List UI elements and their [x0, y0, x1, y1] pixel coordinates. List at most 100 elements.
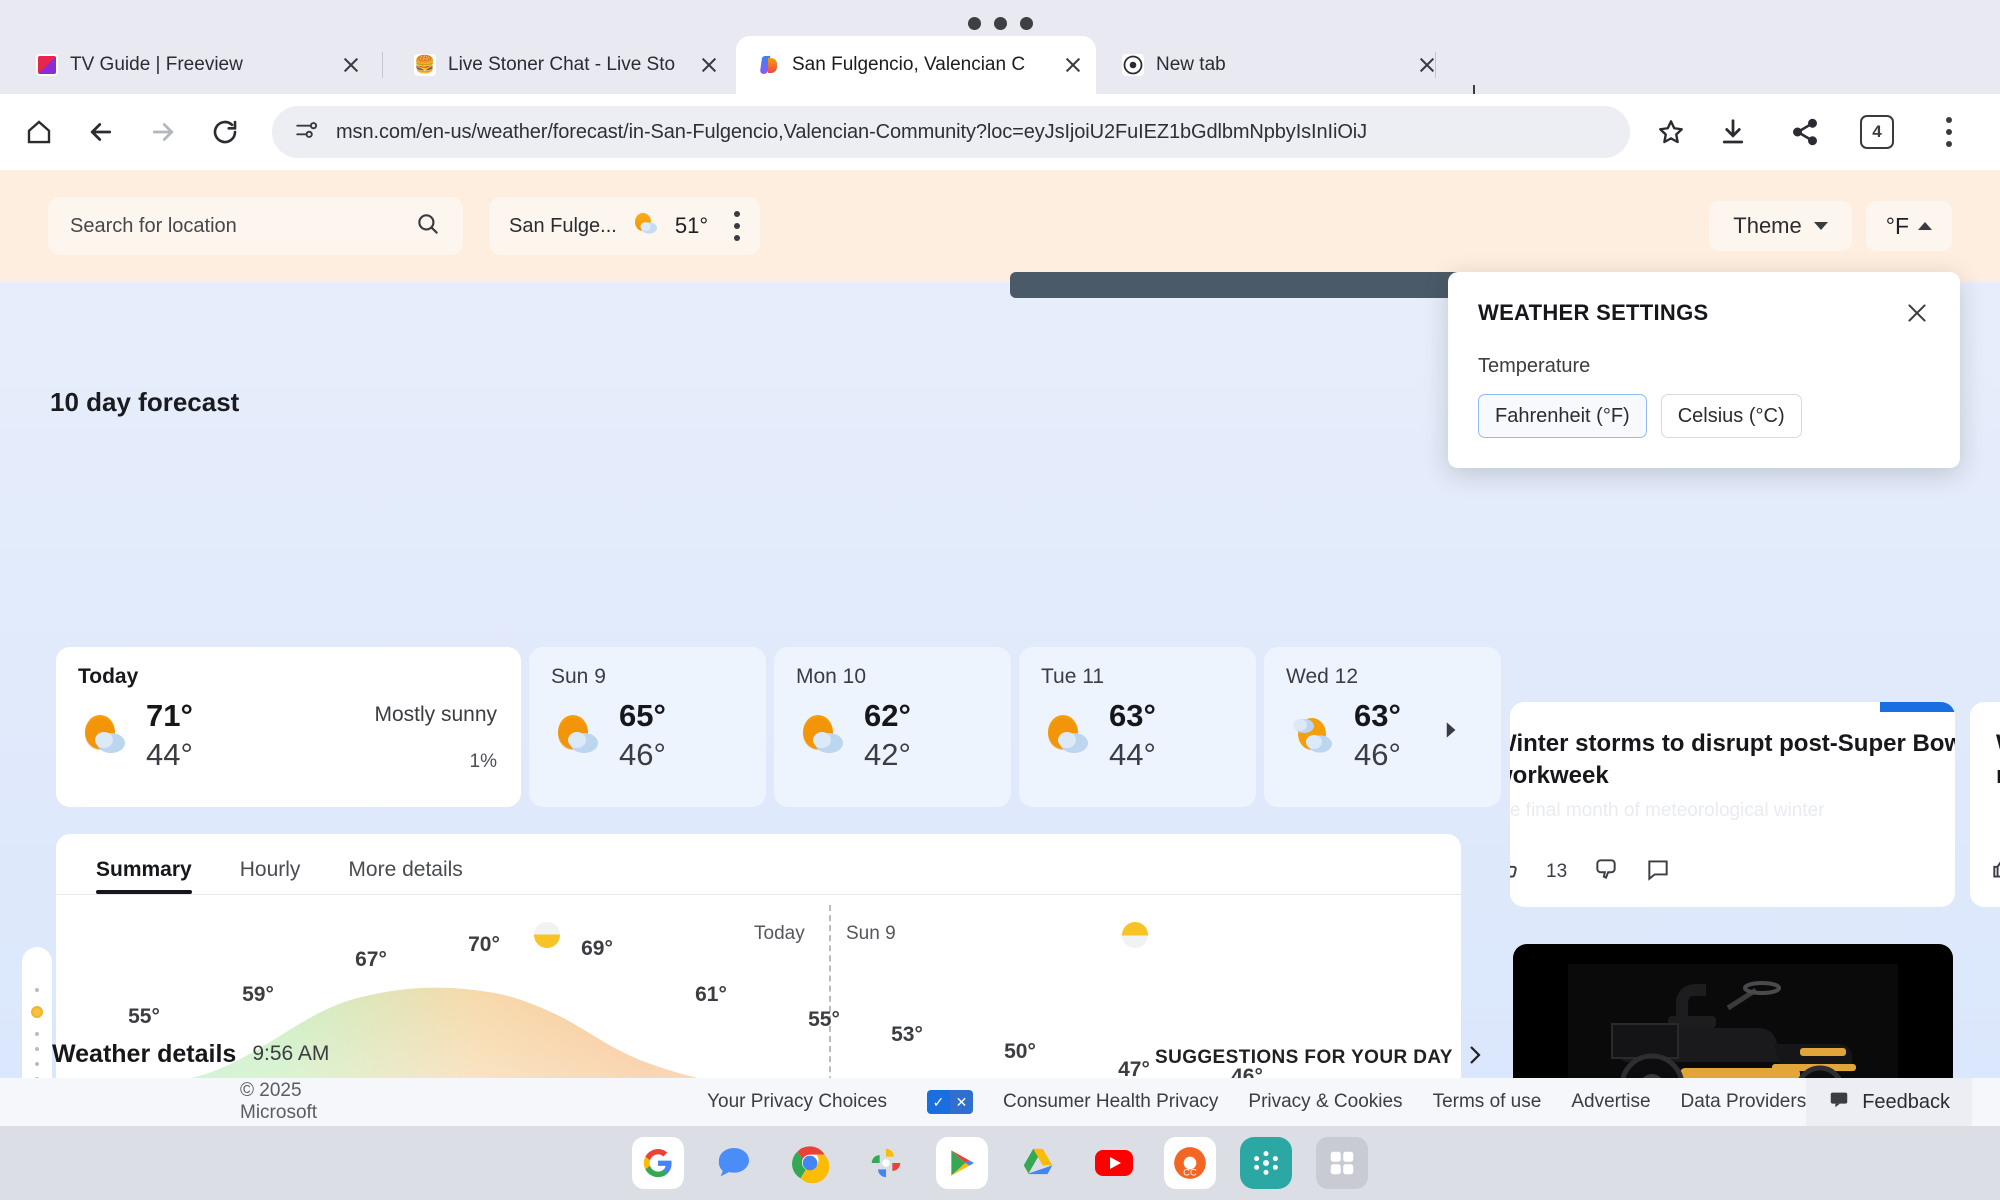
- youtube-icon[interactable]: [1088, 1137, 1140, 1189]
- window-dot: [967, 16, 981, 30]
- footer-link-4[interactable]: Data Providers: [1681, 1091, 1807, 1113]
- celsius-option[interactable]: Celsius (°C): [1660, 394, 1802, 438]
- news-headline: Winter storms to disrupt post-Super Bowl…: [1510, 730, 1955, 790]
- address-bar[interactable]: msn.com/en-us/weather/forecast/in-San-Fu…: [272, 106, 1630, 158]
- settings-panel-title: WEATHER SETTINGS: [1478, 300, 1709, 325]
- browser-menu-icon[interactable]: [1926, 109, 1972, 155]
- forecast-card-wed12[interactable]: Wed 12 63° 46°: [1264, 647, 1501, 807]
- search-location-input[interactable]: Search for location: [48, 197, 463, 255]
- unit-toggle-button[interactable]: °F: [1865, 201, 1952, 251]
- footer-link-2[interactable]: Terms of use: [1433, 1091, 1542, 1113]
- apps-grid-icon[interactable]: [1316, 1137, 1368, 1189]
- thumbs-up-icon[interactable]: [1510, 856, 1520, 887]
- weather-top-bar: Search for location San Fulge... 51° The…: [0, 170, 2000, 282]
- forward-icon[interactable]: [140, 109, 186, 155]
- privacy-x: ✕: [949, 1090, 973, 1114]
- drive-icon[interactable]: [1012, 1137, 1064, 1189]
- download-icon[interactable]: [1710, 109, 1756, 155]
- tab-count-button[interactable]: 4: [1854, 109, 1900, 155]
- thumbs-down-icon[interactable]: [1593, 856, 1619, 887]
- chrome-icon[interactable]: [784, 1137, 836, 1189]
- forecast-card-tue11[interactable]: Tue 11 63° 44°: [1019, 647, 1256, 807]
- window-dot: [1019, 16, 1033, 30]
- tab-count-label: 4: [1860, 115, 1894, 149]
- weather-details-title: Weather details: [52, 1039, 237, 1068]
- forecast-next-arrow-icon[interactable]: [1437, 717, 1463, 743]
- news-headline-next-2: n: [1996, 760, 2000, 792]
- weather-settings-panel: WEATHER SETTINGS Temperature Fahrenheit …: [1448, 272, 1960, 468]
- footer-links: Your Privacy Choices ✓ ✕ Consumer Health…: [707, 1090, 1806, 1114]
- search-placeholder: Search for location: [70, 214, 237, 237]
- day-label-sun9: Sun 9: [846, 923, 896, 944]
- theme-button[interactable]: Theme: [1709, 201, 1852, 251]
- tab-more-details[interactable]: More details: [348, 858, 462, 894]
- forecast-card-sun9[interactable]: Sun 9 65° 46°: [529, 647, 766, 807]
- tab-summary[interactable]: Summary: [96, 858, 192, 894]
- thumbs-up-icon[interactable]: [1990, 856, 2000, 887]
- close-icon[interactable]: [1414, 52, 1440, 78]
- browser-tab-2[interactable]: San Fulgencio, Valencian C: [736, 36, 1096, 94]
- close-icon[interactable]: [338, 52, 364, 78]
- play-store-icon[interactable]: [936, 1137, 988, 1189]
- sun-cloud-icon: [551, 710, 609, 762]
- rail-dot-selected[interactable]: [28, 1003, 46, 1021]
- footer-link-1[interactable]: Privacy & Cookies: [1248, 1091, 1402, 1113]
- news-card-next[interactable]: W n: [1970, 702, 2000, 907]
- sun-cloud-icon: [796, 710, 854, 762]
- reaction-count: 13: [1546, 860, 1568, 882]
- tab-title: Live Stoner Chat - Live Sto: [448, 54, 676, 75]
- browser-tab-3[interactable]: New tab: [1100, 36, 1450, 94]
- banner-remnant: [1010, 272, 1510, 298]
- footer-link-0[interactable]: Consumer Health Privacy: [1003, 1091, 1218, 1113]
- podcast-icon[interactable]: CC: [1164, 1137, 1216, 1189]
- privacy-check: ✓: [926, 1090, 950, 1114]
- location-menu-icon[interactable]: [734, 211, 741, 241]
- forecast-low: 44°: [146, 736, 193, 772]
- rail-dot[interactable]: [35, 988, 39, 992]
- forecast-day: Wed 12: [1286, 665, 1358, 688]
- site-settings-icon[interactable]: [294, 117, 320, 148]
- current-location-chip[interactable]: San Fulge... 51°: [489, 197, 761, 255]
- page-title: 10 day forecast: [50, 387, 240, 417]
- privacy-toggle-icon[interactable]: ✓ ✕: [926, 1090, 973, 1114]
- forecast-card-mon10[interactable]: Mon 10 62° 42°: [774, 647, 1011, 807]
- reload-icon[interactable]: [202, 109, 248, 155]
- back-icon[interactable]: [78, 109, 124, 155]
- browser-tab-1[interactable]: 🍔 Live Stoner Chat - Live Sto: [392, 36, 732, 94]
- close-icon[interactable]: [696, 52, 722, 78]
- news-actions-next: [1990, 856, 2000, 887]
- feedback-label: Feedback: [1862, 1090, 1951, 1113]
- footer-link-3[interactable]: Advertise: [1571, 1091, 1650, 1113]
- temperature-unit-options: Fahrenheit (°F) Celsius (°C): [1478, 394, 1930, 438]
- temperature-section-label: Temperature: [1478, 355, 1591, 377]
- google-icon[interactable]: [632, 1137, 684, 1189]
- forecast-card-today[interactable]: Today 71° 44° Mostly sunny 1%: [56, 647, 521, 807]
- photos-icon[interactable]: [860, 1137, 912, 1189]
- temp-label-0: 55°: [128, 1005, 160, 1028]
- chevron-down-icon: [1813, 222, 1828, 230]
- sunrise-marker-icon: [1122, 922, 1148, 948]
- forecast-low: 46°: [619, 736, 666, 772]
- tab-hourly[interactable]: Hourly: [240, 858, 301, 894]
- fahrenheit-option[interactable]: Fahrenheit (°F): [1478, 394, 1647, 438]
- bookmark-star-icon[interactable]: [1648, 109, 1694, 155]
- messages-icon[interactable]: [708, 1137, 760, 1189]
- location-temp: 51°: [674, 213, 709, 238]
- temp-label-1: 59°: [242, 983, 274, 1006]
- search-icon[interactable]: [415, 211, 441, 242]
- close-icon[interactable]: [1904, 300, 1930, 331]
- comment-icon[interactable]: [1645, 856, 1671, 887]
- close-icon[interactable]: [1060, 52, 1086, 78]
- theme-label: Theme: [1733, 213, 1802, 238]
- temp-label-3: 70°: [468, 933, 500, 956]
- meet-icon[interactable]: [1240, 1137, 1292, 1189]
- home-icon[interactable]: [16, 109, 62, 155]
- share-icon[interactable]: [1782, 109, 1828, 155]
- news-card[interactable]: Winter storms to disrupt post-Super Bowl…: [1510, 702, 1955, 907]
- browser-tab-0[interactable]: TV Guide | Freeview: [14, 36, 374, 94]
- feedback-button[interactable]: Feedback: [1806, 1078, 1973, 1126]
- suggestions-link[interactable]: SUGGESTIONS FOR YOUR DAY: [1155, 1044, 1483, 1072]
- copyright-text: © 2025 Microsoft: [240, 1080, 318, 1123]
- privacy-choices-link[interactable]: Your Privacy Choices: [707, 1091, 887, 1113]
- tab-divider: [382, 52, 383, 78]
